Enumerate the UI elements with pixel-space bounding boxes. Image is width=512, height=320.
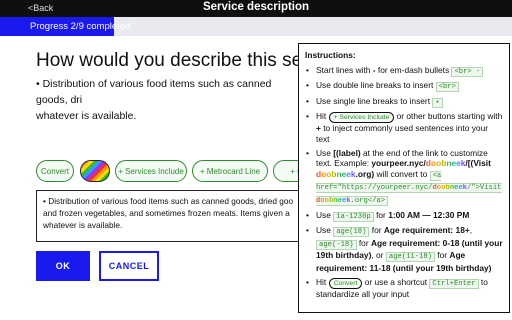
cancel-button[interactable]: CANCEL [99, 251, 159, 281]
description-textarea[interactable]: • Distribution of various food items suc… [36, 190, 316, 242]
instruction-item: Use 1a-1230p for 1:00 AM — 12:30 PM [305, 210, 503, 223]
instruction-text: for [373, 209, 389, 220]
instruction-text: 1:00 AM — 12:30 PM [388, 209, 470, 220]
rainbow-text: doobneek [432, 184, 467, 193]
code-snippet: <br> - [451, 66, 484, 77]
instruction-text: for [356, 237, 371, 248]
editor-line: and frozen vegetables, and sometimes fro… [43, 208, 290, 218]
code-part: /">Visit [466, 184, 502, 193]
instruction-text: [(label) [333, 147, 361, 158]
code-snippet: • [432, 97, 443, 108]
question-title: How would you describe this servi [36, 50, 323, 71]
instruction-text: for [369, 225, 384, 236]
instruction-text: Use [316, 225, 334, 236]
instruction-text: , [469, 225, 473, 236]
instruction-text: /[(Visit [465, 158, 491, 169]
instruction-text: Start lines with [316, 64, 373, 75]
instruction-item: Use double line breaks to insert <br> [305, 80, 503, 93]
instruction-text: or use a shortcut [362, 276, 430, 287]
top-bar: <Back Service description [0, 0, 512, 17]
page-title: Service description [202, 1, 310, 13]
code-snippet: 1a-1230p [333, 211, 374, 222]
instruction-text: for em-dash bullets [375, 64, 452, 75]
code-part: .org</a> [350, 196, 386, 205]
instruction-text: Use [316, 209, 334, 220]
instruction-item: Start lines with - for em-dash bullets <… [305, 65, 503, 78]
instruction-item: Use [(label) at the end of the link to c… [305, 148, 503, 207]
instruction-text: Hit [316, 111, 329, 122]
instruction-text: Age requirement: 18+ [383, 225, 470, 236]
instruction-item: Hit Convert or use a shortcut Ctrl+Enter… [305, 277, 503, 300]
progress-bar: Progress 2/9 completed [0, 17, 512, 36]
instruction-text: for [434, 250, 450, 261]
services-include-button[interactable]: + Services Include [115, 160, 187, 182]
instruction-text: Use [316, 147, 334, 158]
instructions-list: Start lines with - for em-dash bullets <… [305, 65, 503, 300]
rainbow-text: doobneek [316, 196, 351, 205]
instructions-panel: Instructions: Start lines with - for em-… [298, 43, 510, 313]
instruction-text: to inject commonly used sentences into y… [316, 123, 489, 144]
answer-preview: • Distribution of various food items suc… [36, 76, 298, 124]
convert-chip: Convert [328, 277, 363, 289]
preview-line: whatever is available. [36, 110, 137, 122]
instruction-text: yourpeer.nyc/ [371, 158, 426, 169]
code-snippet: age(18) [333, 227, 370, 238]
instruction-text: , or [371, 250, 386, 261]
rainbow-text: doobneek [425, 158, 466, 169]
code-snippet: age(11-18) [385, 252, 435, 263]
instruction-text: .org) [355, 168, 375, 179]
preview-line: • Distribution of various food items suc… [36, 78, 272, 106]
instruction-text: Hit [316, 276, 329, 287]
ok-button[interactable]: OK [36, 251, 90, 281]
instruction-item: Use single line breaks to insert • [305, 96, 503, 109]
instruction-text: Use double line breaks to insert [316, 80, 436, 91]
convert-button[interactable]: Convert [36, 160, 74, 182]
progress-label: Progress 2/9 completed [30, 21, 131, 32]
instruction-text: will convert to [374, 168, 430, 179]
rainbow-format-button[interactable] [80, 160, 110, 182]
editor-line: whatever is available. [43, 220, 123, 230]
instruction-item: Hit + Services Include or other buttons … [305, 111, 503, 144]
instruction-text: Use single line breaks to insert [316, 95, 433, 106]
services-include-chip: + Services Include [328, 112, 395, 124]
rainbow-text: doobneek [316, 168, 356, 179]
instruction-item: Use age(18) for Age requirement: 18+, ag… [305, 225, 503, 273]
instructions-heading: Instructions: [305, 50, 356, 60]
code-snippet: Ctrl+Enter [429, 278, 479, 289]
code-snippet: <br> [435, 82, 459, 93]
instruction-text: or other buttons starting with [394, 111, 503, 122]
editor-line: • Distribution of various food items suc… [43, 196, 294, 206]
metrocard-line-button[interactable]: + Metrocard Line [192, 160, 268, 182]
code-snippet: age(-18) [316, 239, 357, 250]
